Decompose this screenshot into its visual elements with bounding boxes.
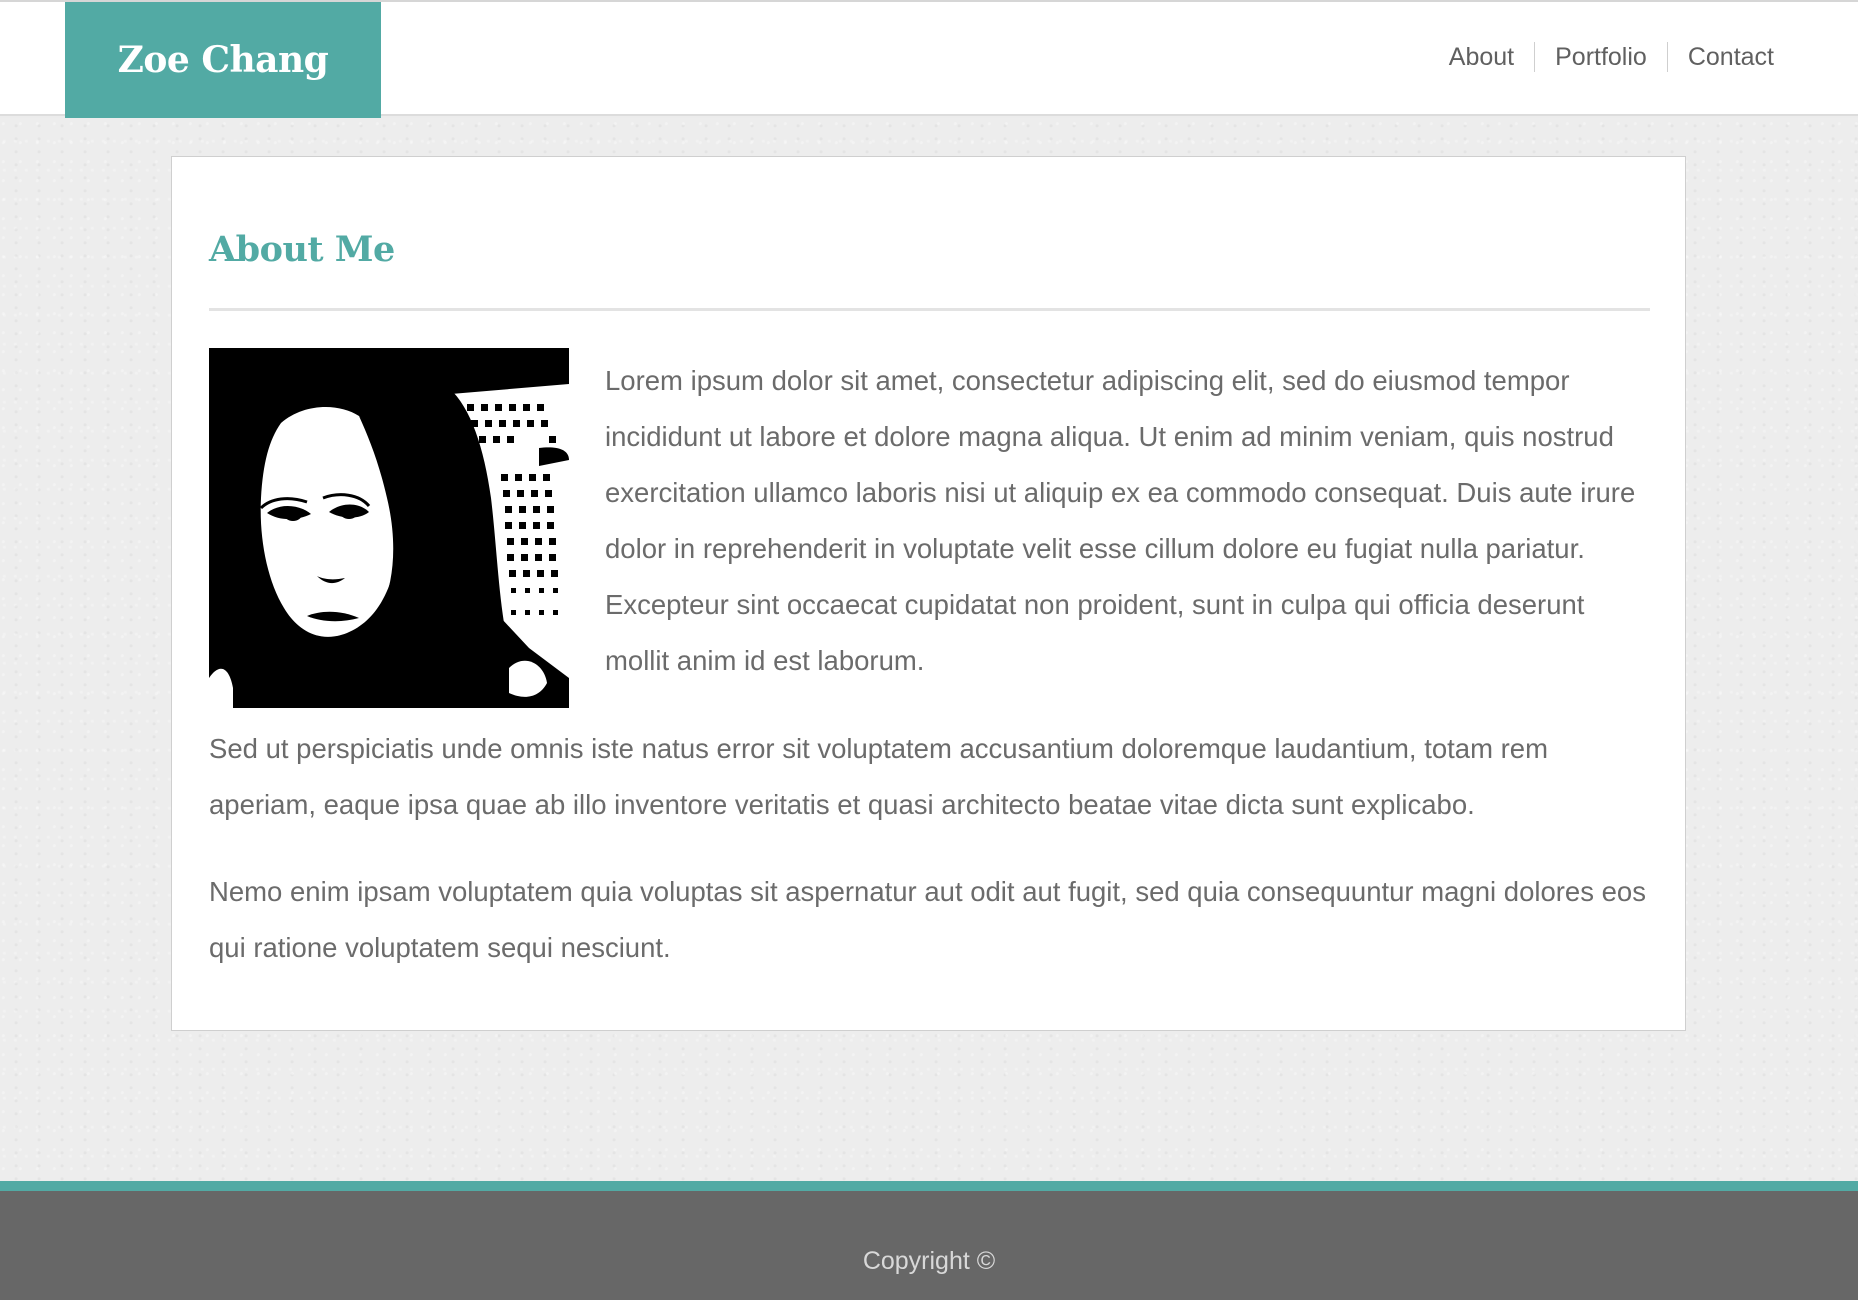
about-text: Lorem ipsum dolor sit amet, consectetur … (209, 348, 1651, 976)
site-header: Zoe Chang About Portfolio Contact (0, 0, 1858, 118)
photo-spacer (209, 348, 569, 708)
brand-name[interactable]: Zoe Chang (118, 39, 329, 81)
nav-link-contact[interactable]: Contact (1666, 42, 1774, 72)
about-paragraph: Sed ut perspiciatis unde omnis iste natu… (209, 733, 1548, 820)
copyright-text: Copyright © (862, 1247, 996, 1275)
nav-link-about[interactable]: About (1429, 42, 1534, 72)
title-divider (209, 308, 1650, 311)
nav-link-portfolio[interactable]: Portfolio (1534, 42, 1667, 72)
about-paragraph: Nemo enim ipsam voluptatem quia voluptas… (209, 876, 1646, 963)
footer-accent-bar (0, 1181, 1858, 1191)
brand-logo[interactable]: Zoe Chang (65, 2, 381, 118)
site-footer: Copyright © (0, 1191, 1858, 1300)
main-nav: About Portfolio Contact (1429, 42, 1774, 72)
page-title: About Me (209, 229, 395, 270)
about-card: About Me Lorem ipsum dolor sit amet, con… (171, 156, 1686, 1031)
